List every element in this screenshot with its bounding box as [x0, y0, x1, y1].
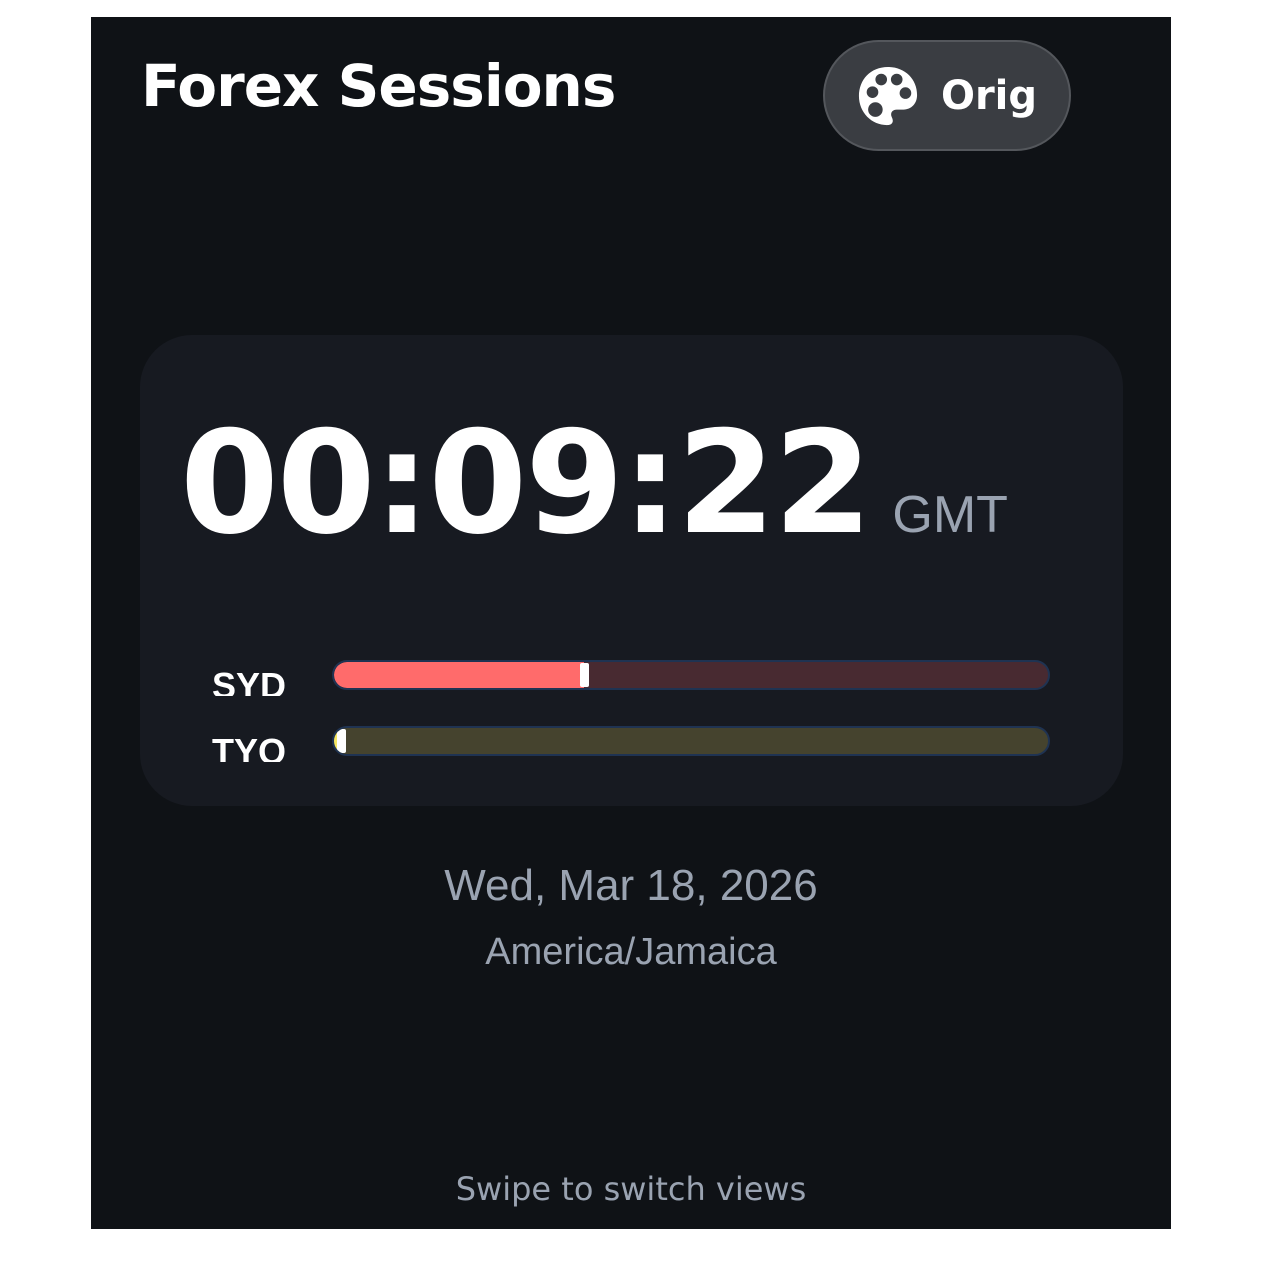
clock-card: 00:09:22 GMT SYD TYO: [140, 335, 1123, 806]
session-progress-marker: [337, 729, 347, 753]
session-progress-fill: [334, 662, 584, 688]
theme-button-label: Orig: [940, 72, 1038, 119]
session-progress-bar: [332, 726, 1050, 756]
session-progress-marker: [579, 663, 589, 687]
app-screen: Forex Sessions Orig 00:09:22 GMT SYD TYO…: [91, 17, 1171, 1229]
session-code: SYD: [212, 668, 287, 696]
theme-toggle-button[interactable]: Orig: [823, 40, 1071, 151]
session-progress-bar: [332, 660, 1050, 690]
swipe-hint: Swipe to switch views: [455, 1170, 807, 1208]
palette-icon: [857, 65, 919, 127]
clock-timezone: GMT: [892, 486, 1008, 544]
session-row-syd: SYD: [212, 660, 1052, 696]
local-timezone: America/Jamaica: [485, 931, 777, 973]
clock-row: 00:09:22 GMT: [180, 413, 1008, 555]
session-code: TYO: [212, 734, 287, 762]
page-title: Forex Sessions: [141, 52, 616, 120]
session-row-tyo: TYO: [212, 726, 1052, 762]
clock-time: 00:09:22: [180, 401, 872, 566]
current-date: Wed, Mar 18, 2026: [444, 861, 818, 910]
